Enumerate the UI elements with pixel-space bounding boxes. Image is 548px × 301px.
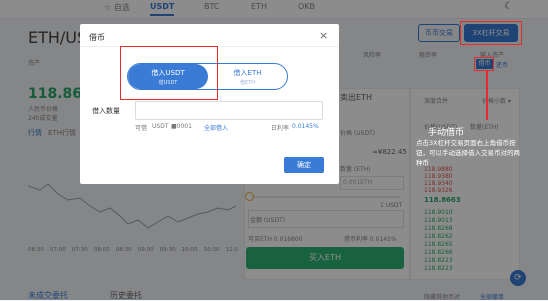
borrow-all-link[interactable]: 全部借入 bbox=[204, 123, 228, 132]
borrow-eth-option[interactable]: 借入ETH 借ETH bbox=[208, 64, 287, 89]
available-amount: ■0001 bbox=[171, 123, 192, 130]
borrow-amount-input[interactable] bbox=[135, 101, 323, 120]
annotation-title: 手动借币 bbox=[428, 128, 465, 138]
borrow-dialog: 借币 × 借入USDT 借USDT 借入ETH 借ETH 借入数量 可借 USD… bbox=[80, 24, 339, 184]
close-icon[interactable]: × bbox=[319, 29, 328, 42]
available-label: 可借 bbox=[135, 125, 148, 132]
annotation-arrow bbox=[486, 70, 488, 120]
daily-rate-value: 0.0145% bbox=[292, 123, 319, 130]
borrow-amount-label: 借入数量 bbox=[92, 107, 120, 115]
annotation-text: 点击3X杠杆交易页面右上角借币按钮，可以手动选择借入交易币对的两种币 bbox=[416, 139, 520, 167]
borrow-eth-label: 借入ETH bbox=[233, 69, 262, 77]
highlight-margin-button bbox=[460, 21, 522, 45]
available-currency: USDT bbox=[152, 123, 169, 130]
confirm-button[interactable]: 确定 bbox=[284, 157, 324, 173]
daily-rate-label: 日利率 bbox=[271, 125, 290, 132]
highlight-borrow-link bbox=[474, 57, 494, 71]
borrow-eth-sublabel: 借ETH bbox=[240, 80, 255, 86]
dialog-title: 借币 bbox=[89, 33, 105, 42]
highlight-borrow-usdt bbox=[120, 46, 218, 100]
